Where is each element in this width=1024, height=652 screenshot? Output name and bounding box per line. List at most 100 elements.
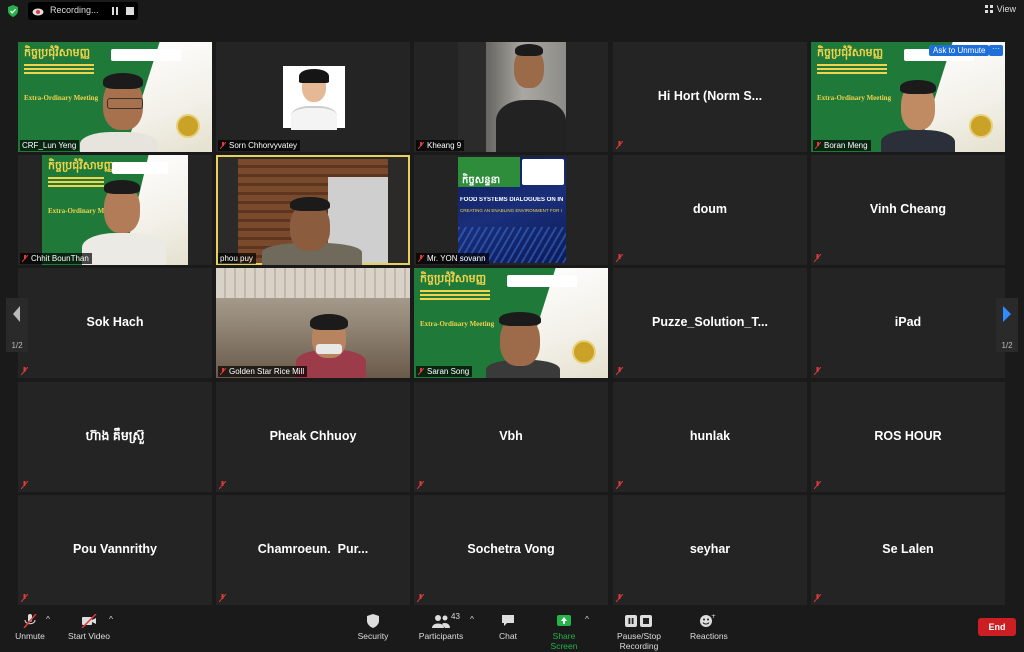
participant-name: iPad — [894, 315, 922, 329]
top-bar: Recording... View — [0, 0, 1024, 22]
video-tile-hunlak[interactable]: hunlak — [613, 382, 807, 492]
reactions-button[interactable]: + Reactions — [690, 614, 728, 641]
encryption-shield-icon[interactable] — [8, 5, 18, 17]
ask-to-unmute-button[interactable]: Ask to Unmute — [929, 45, 990, 56]
muted-mic-icon — [417, 594, 424, 602]
video-tile-kheang-9[interactable]: Kheang 9 — [414, 42, 608, 152]
video-tile-saran-song[interactable]: កិច្ចប្រជុំវិសាមញ្ញ Extra-Ordinary Meeti… — [414, 268, 608, 378]
participant-name: seyhar — [689, 542, 731, 556]
video-tile-sorn-chhorvyvatey[interactable]: Sorn Chhorvyvatey — [216, 42, 410, 152]
video-tile-boran-meng[interactable]: កិច្ចប្រជុំវិសាមញ្ញ Extra-Ordinary Meeti… — [811, 42, 1005, 152]
participant-name: Vinh Cheang — [869, 202, 947, 216]
video-tile-khmer-name[interactable]: ហ៊ាង គឹមស្រ៊ួ — [18, 382, 212, 492]
share-screen-label: Share Screen — [550, 631, 578, 651]
video-tile-ipad[interactable]: iPad — [811, 268, 1005, 378]
poster-subtitle: Extra-Ordinary Meeting — [420, 320, 495, 328]
video-off-icon — [81, 614, 97, 628]
more-options-icon[interactable]: ··· — [989, 45, 1003, 56]
video-options-caret[interactable]: ^ — [109, 614, 113, 624]
cloud-recording-icon — [32, 8, 44, 16]
muted-mic-icon — [417, 481, 424, 489]
reactions-label: Reactions — [690, 631, 728, 641]
video-tile-vinh-cheang[interactable]: Vinh Cheang — [811, 155, 1005, 265]
video-tile-seyhar[interactable]: seyhar — [613, 495, 807, 605]
participants-label: Participants — [418, 631, 464, 641]
participants-options-caret[interactable]: ^ — [470, 614, 474, 624]
participant-name: ហ៊ាង គឹមស្រ៊ួ — [85, 429, 145, 443]
video-tile-se-lalen[interactable]: Se Lalen — [811, 495, 1005, 605]
participant-name: Vbh — [499, 429, 523, 443]
start-video-button[interactable]: Start Video — [66, 614, 112, 641]
participant-video — [458, 42, 566, 152]
share-screen-button[interactable]: Share Screen — [540, 614, 588, 651]
video-tile-doum[interactable]: doum — [613, 155, 807, 265]
reactions-smiley-icon: + — [700, 614, 716, 627]
share-options-caret[interactable]: ^ — [585, 614, 589, 624]
muted-mic-icon — [814, 254, 821, 262]
security-shield-icon — [367, 614, 379, 628]
participant-name: Chamroeun. Pur... — [257, 542, 369, 556]
muted-mic-icon — [21, 367, 28, 375]
pause-stop-recording-button[interactable]: Pause/Stop Recording — [599, 614, 679, 651]
participant-name: Puzze_Solution_T... — [652, 315, 768, 329]
audio-options-caret[interactable]: ^ — [46, 614, 50, 624]
video-tile-hi-hort[interactable]: Hi Hort (Norm S... — [613, 42, 807, 152]
participant-name: Hi Hort (Norm S... — [657, 89, 763, 103]
participant-video — [216, 268, 410, 378]
tile-name-label: Kheang 9 — [427, 141, 462, 150]
pause-recording-icon[interactable] — [110, 6, 120, 16]
stop-recording-icon[interactable] — [126, 7, 134, 15]
chat-label: Chat — [499, 631, 517, 641]
video-tile-phou-puy-active-speaker[interactable]: phou puy — [216, 155, 410, 265]
previous-page-button[interactable]: 1/2 — [6, 298, 28, 352]
participant-name: hunlak — [689, 429, 731, 443]
video-tile-golden-star-rice-mill[interactable]: Golden Star Rice Mill — [216, 268, 410, 378]
pause-stop-recording-label: Pause/Stop Recording — [617, 631, 661, 651]
video-tile-vbh[interactable]: Vbh — [414, 382, 608, 492]
participant-name: ROS HOUR — [874, 429, 942, 443]
muted-mic-icon — [219, 141, 227, 150]
recording-indicator: Recording... — [28, 2, 138, 20]
view-button[interactable]: View — [984, 4, 1016, 14]
video-tile-ros-hour[interactable]: ROS HOUR — [811, 382, 1005, 492]
participant-name: Sochetra Vong — [467, 542, 555, 556]
muted-mic-icon — [814, 594, 821, 602]
view-label: View — [996, 4, 1016, 14]
slide-khmer-title: កិច្ចសន្ទនា — [462, 175, 501, 186]
video-tile-chamroeun[interactable]: Chamroeun. Pur... — [216, 495, 410, 605]
next-page-button[interactable]: 1/2 — [996, 298, 1018, 352]
video-tile-crf-lun-yeng[interactable]: កិច្ចប្រជុំវិសាមញ្ញ Extra-Ordinary Meeti… — [18, 42, 212, 152]
video-tile-chhit-bounthan[interactable]: កិច្ចប្រជុំវិសាមញ្ញ Extra-Ordinary Meeti… — [18, 155, 212, 265]
video-tile-sok-hach[interactable]: Sok Hach — [18, 268, 212, 378]
shared-slide: កិច្ចសន្ទនា FOOD SYSTEMS DIALOGUES ON IN… — [458, 157, 566, 263]
poster-khmer-title: កិច្ចប្រជុំវិសាមញ្ញ — [48, 160, 115, 172]
unmute-button[interactable]: Unmute — [12, 614, 48, 641]
muted-microphone-icon — [23, 614, 37, 628]
tile-name-label: Sorn Chhorvyvatey — [229, 141, 298, 150]
video-tile-sochetra-vong[interactable]: Sochetra Vong — [414, 495, 608, 605]
muted-mic-icon — [616, 594, 623, 602]
participant-name: doum — [692, 202, 728, 216]
participant-name: Sok Hach — [86, 315, 144, 329]
muted-mic-icon — [219, 594, 226, 602]
muted-mic-icon — [219, 481, 226, 489]
video-tile-pou-vannrithy[interactable]: Pou Vannrithy — [18, 495, 212, 605]
video-tile-puzze-solution[interactable]: Puzze_Solution_T... — [613, 268, 807, 378]
slide-title: FOOD SYSTEMS DIALOGUES ON IN — [460, 197, 564, 203]
poster-khmer-title: កិច្ចប្រជុំវិសាមញ្ញ — [24, 47, 91, 59]
poster-subtitle: Extra-Ordinary Meeting — [817, 94, 892, 102]
participant-name: Se Lalen — [882, 542, 934, 556]
security-label: Security — [357, 631, 389, 641]
participant-video — [218, 157, 408, 265]
muted-mic-icon — [814, 481, 821, 489]
chevron-right-icon — [1003, 306, 1011, 322]
page-indicator-right: 1/2 — [1001, 341, 1013, 350]
chat-button[interactable]: Chat — [497, 614, 519, 641]
end-meeting-button[interactable]: End — [978, 618, 1016, 636]
video-tile-pheak-chhuoy[interactable]: Pheak Chhuoy — [216, 382, 410, 492]
pause-stop-icon — [625, 615, 652, 627]
video-tile-mr-yon-sovann[interactable]: កិច្ចសន្ទនា FOOD SYSTEMS DIALOGUES ON IN… — [414, 155, 608, 265]
security-button[interactable]: Security — [356, 614, 390, 641]
chevron-left-icon — [13, 306, 20, 322]
grid-view-icon — [984, 5, 993, 13]
